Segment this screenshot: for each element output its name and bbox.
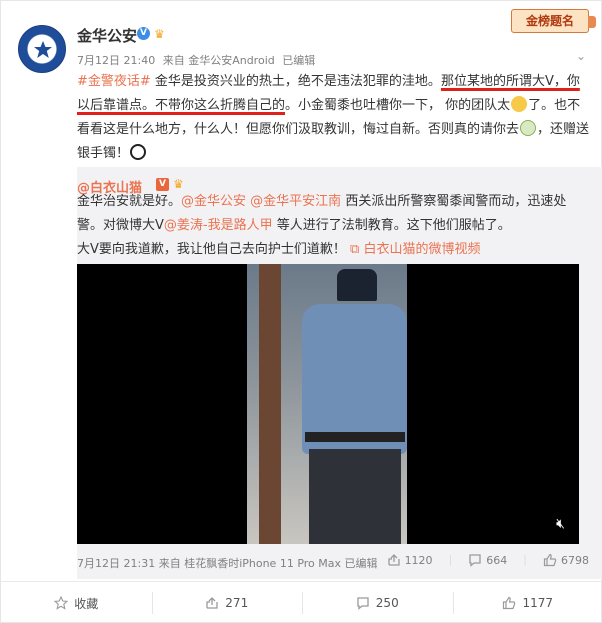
video-frame [247,264,407,544]
chevron-down-icon[interactable]: ⌄ [576,49,586,63]
repost-like-stat[interactable]: 6798 [543,553,589,567]
panda-emoji-icon [130,144,147,160]
laugh-emoji-icon [511,96,528,112]
like-button[interactable]: 1177 [452,582,602,623]
comment-icon [469,554,481,567]
repost-source: 来自 桂花飘香时iPhone 11 Pro Max [158,557,342,570]
repost-body-part1: 金华治安就是好。 [77,194,182,209]
repost-box[interactable]: @白衣山猫 V ♛ 金华治安就是好。@金华公安 @金华平安江南 西关派出所警察蜀… [77,167,602,579]
hashtag-link[interactable]: #金警夜话# [77,74,151,89]
like-icon [503,596,516,610]
like-icon [543,553,557,567]
repost-comment-stat[interactable]: 664 [468,553,507,567]
video-player[interactable]: 🔇︎ [77,264,579,544]
bowl-emoji-icon [520,120,537,136]
repost-body-part4: 大V要向我道歉，我让他自己去向护士们道歉！ [77,242,346,257]
repost-like-count: 6798 [561,553,589,567]
video-link-icon: ⧉ [350,242,360,257]
repost-meta: 7月12日 21:31 来自 桂花飘香时iPhone 11 Pro Max 已编… [77,555,378,571]
video-link[interactable]: ⧉ 白衣山猫的微博视频 [350,242,480,257]
post-source: 来自 金华公安Android [162,54,275,67]
favorite-label: 收藏 [74,596,99,611]
like-count: 1177 [522,596,554,610]
repost-stats: 1120 | 664 | 6798 [387,553,589,567]
share-button[interactable]: 271 [151,582,303,623]
mute-icon[interactable]: 🔇︎ [556,516,565,532]
verified-v-icon: V [137,27,150,40]
comment-icon [357,597,369,610]
repost-share-stat[interactable]: 1120 [387,553,433,567]
crown-badge-icon: ♛ [154,27,165,41]
mention-link[interactable]: @金华公安 [181,194,246,209]
action-bar: 收藏 271 250 1177 [1,581,602,623]
star-icon [54,596,69,610]
mention-link[interactable]: @姜涛-我是路人甲 [164,218,273,233]
author-name[interactable]: 金华公安 [77,25,137,46]
stamp-badge: 金榜题名 [511,9,596,33]
mention-link[interactable]: @金华平安江南 [250,194,341,209]
repost-body-part3: 等人进行了法制教育。这下他们服帖了。 [272,218,511,233]
post-body-part3: 。小金蜀黍也吐槽你一下， 你的团队太 [285,98,511,113]
repost-comment-count: 664 [486,553,508,567]
post-meta: 7月12日 21:40 来自 金华公安Android 已编辑 [77,52,319,68]
comment-button[interactable]: 250 [302,582,453,623]
favorite-button[interactable]: 收藏 [1,582,152,623]
post-edited[interactable]: 已编辑 [282,54,315,67]
police-avatar-icon [34,41,52,58]
repost-edited[interactable]: 已编辑 [345,557,378,570]
share-icon [206,597,218,609]
avatar[interactable] [18,25,66,73]
comment-count: 250 [375,596,399,610]
crown-badge-icon: ♛ [173,177,184,191]
share-icon [387,554,400,566]
weibo-post-card: 金华公安 V ♛ 7月12日 21:40 来自 金华公安Android 已编辑 … [0,0,602,623]
share-count: 271 [225,596,249,610]
repost-time[interactable]: 7月12日 21:31 [77,557,155,570]
post-body: #金警夜话# 金华是投资兴业的热土，绝不是违法犯罪的洼地。那位某地的所谓大V，你… [77,70,591,166]
repost-body: 金华治安就是好。@金华公安 @金华平安江南 西关派出所警察蜀黍闻警而动，迅速处警… [77,190,589,262]
post-body-part1: 金华是投资兴业的热土，绝不是违法犯罪的洼地。 [150,74,441,89]
video-link-label: 白衣山猫的微博视频 [363,242,481,257]
post-time[interactable]: 7月12日 21:40 [77,54,155,67]
repost-share-count: 1120 [404,553,433,567]
